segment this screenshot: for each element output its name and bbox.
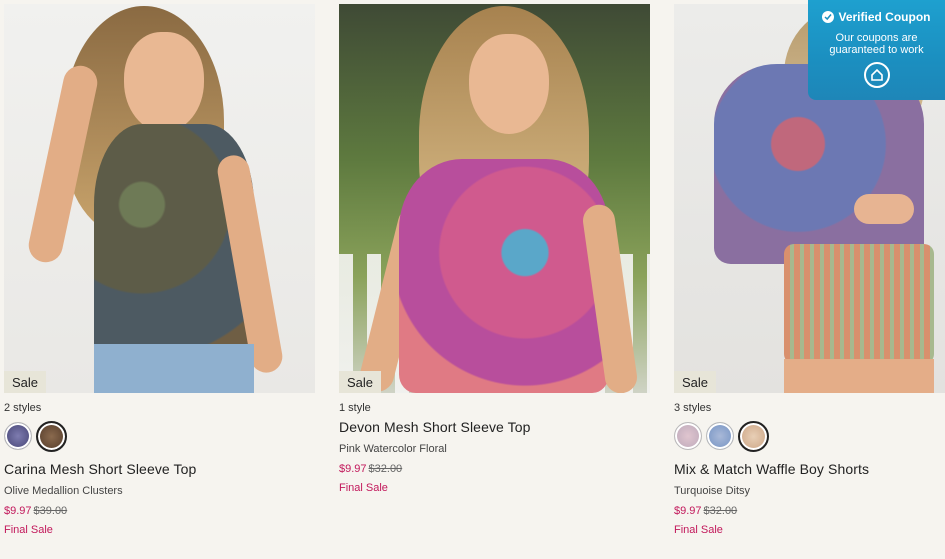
price-original: $39.00: [33, 505, 68, 517]
swatch-list: [4, 421, 315, 454]
price-original: $32.00: [368, 463, 403, 475]
product-price: $9.97 $32.00: [674, 505, 945, 517]
product-price: $9.97 $39.00: [4, 505, 315, 517]
swatch[interactable]: [4, 422, 32, 450]
styles-count: 3 styles: [674, 402, 712, 414]
model-top: [399, 159, 609, 393]
price-current: $9.97: [339, 463, 367, 475]
product-color: Olive Medallion Clusters: [4, 485, 123, 497]
check-icon: [822, 11, 835, 23]
model-jeans: [94, 344, 254, 393]
product-card-devon[interactable]: Sale 1 style Devon Mesh Short Sleeve Top…: [339, 4, 650, 494]
swatch[interactable]: [674, 422, 702, 450]
price-current: $9.97: [4, 505, 32, 517]
swatch-selected[interactable]: [738, 421, 769, 452]
coupon-title: Verified Coupon: [808, 10, 945, 24]
product-name[interactable]: Carina Mesh Short Sleeve Top: [4, 461, 315, 477]
product-image[interactable]: Sale: [4, 4, 315, 393]
coupon-subtitle-line1: Our coupons are: [835, 32, 918, 44]
coupon-logo-icon[interactable]: [863, 62, 890, 88]
model-face: [124, 32, 204, 132]
swatch-selected[interactable]: [36, 421, 67, 452]
model-shorts: [784, 244, 934, 364]
model-arm: [854, 194, 914, 224]
sale-badge: Sale: [4, 371, 47, 393]
product-grid: Sale 2 styles Carina Mesh Short Sleeve T…: [0, 0, 945, 559]
sale-badge: Sale: [674, 371, 717, 393]
sale-badge: Sale: [339, 371, 382, 393]
swatch[interactable]: [706, 422, 734, 450]
product-image[interactable]: Sale: [339, 4, 650, 393]
product-color: Pink Watercolor Floral: [339, 443, 447, 455]
swatch-list: [674, 421, 945, 454]
styles-count: 2 styles: [4, 402, 42, 414]
price-original: $32.00: [703, 505, 738, 517]
styles-count: 1 style: [339, 402, 371, 414]
product-name[interactable]: Mix & Match Waffle Boy Shorts: [674, 461, 945, 477]
coupon-title-text: Verified Coupon: [838, 10, 931, 24]
coupon-subtitle: Our coupons are guaranteed to work: [808, 32, 945, 56]
model-face: [469, 34, 549, 134]
coupon-subtitle-line2: guaranteed to work: [829, 44, 924, 56]
product-name[interactable]: Devon Mesh Short Sleeve Top: [339, 419, 650, 435]
final-sale-label: Final Sale: [4, 524, 53, 536]
verified-coupon-widget[interactable]: Verified Coupon Our coupons are guarante…: [808, 0, 945, 100]
product-price: $9.97 $32.00: [339, 463, 650, 475]
final-sale-label: Final Sale: [339, 482, 388, 494]
price-current: $9.97: [674, 505, 702, 517]
model-legs: [784, 359, 934, 393]
product-color: Turquoise Ditsy: [674, 485, 751, 497]
final-sale-label: Final Sale: [674, 524, 723, 536]
product-card-carina[interactable]: Sale 2 styles Carina Mesh Short Sleeve T…: [4, 4, 315, 536]
